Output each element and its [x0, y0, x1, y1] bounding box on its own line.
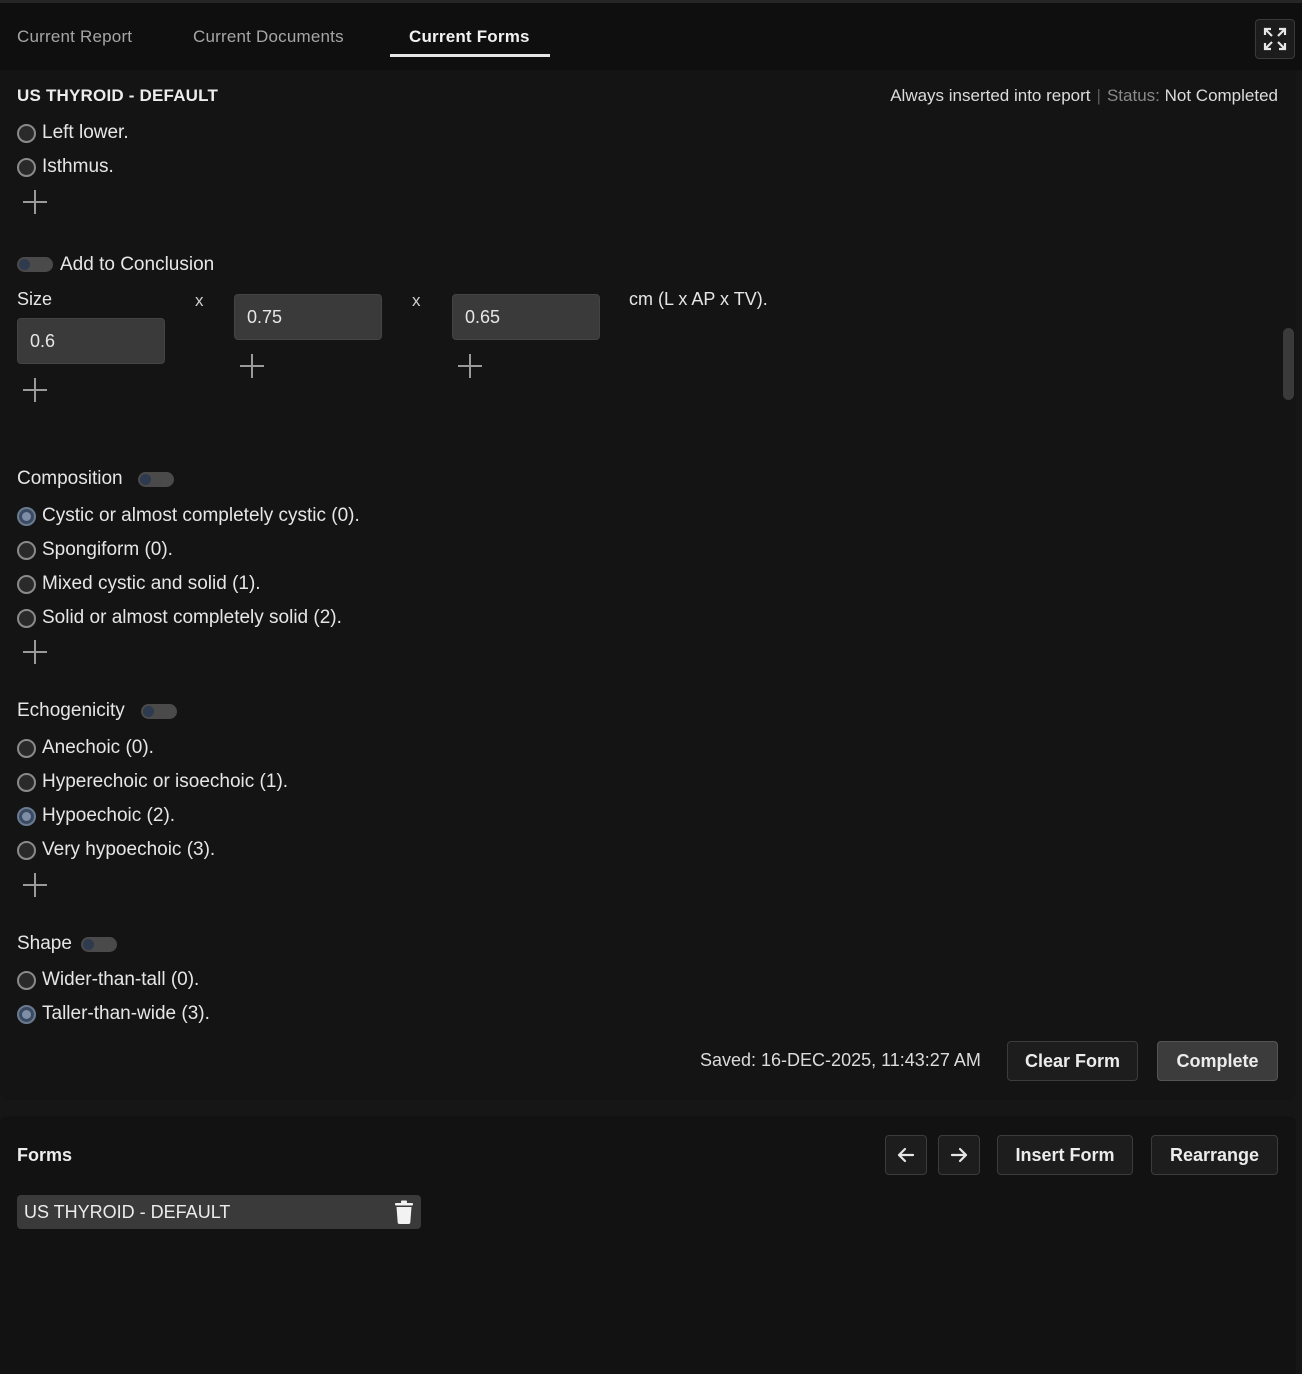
arrow-right-icon	[950, 1147, 968, 1163]
active-tab-indicator	[390, 54, 550, 57]
radio-icon[interactable]	[17, 540, 36, 560]
form-meta: Always inserted into report | Status: Not …	[890, 86, 1278, 106]
arrow-left-icon	[897, 1147, 915, 1163]
composition-option-spongiform[interactable]: Spongiform (0).	[17, 539, 173, 561]
rearrange-button[interactable]: Rearrange	[1151, 1135, 1278, 1175]
form-list-item[interactable]: US THYROID - DEFAULT	[17, 1195, 421, 1229]
option-label: Isthmus.	[42, 156, 114, 177]
size-length-input[interactable]	[17, 318, 165, 364]
insert-note: Always inserted into report	[890, 86, 1091, 105]
radio-icon[interactable]	[17, 970, 36, 990]
option-label: Anechoic (0).	[42, 737, 154, 758]
tab-current-documents[interactable]: Current Documents	[193, 27, 344, 47]
radio-icon[interactable]	[17, 608, 36, 628]
forms-panel-title: Forms	[17, 1145, 73, 1165]
saved-timestamp: Saved: 16-DEC-2025, 11:43:27 AM	[700, 1050, 981, 1070]
radio-icon[interactable]	[17, 772, 36, 792]
add-size-length-plus-icon[interactable]	[22, 377, 48, 403]
form-list-item-label: US THYROID - DEFAULT	[24, 1201, 231, 1222]
add-size-ap-plus-icon[interactable]	[239, 353, 265, 379]
echogenicity-option-anechoic[interactable]: Anechoic (0).	[17, 737, 154, 759]
tab-current-report[interactable]: Current Report	[17, 27, 132, 47]
shape-option-taller[interactable]: Taller-than-wide (3).	[17, 1003, 210, 1025]
size-ap-input[interactable]	[234, 294, 382, 340]
prev-form-button[interactable]	[885, 1135, 927, 1175]
size-unit-label: cm (L x AP x TV).	[629, 289, 768, 309]
scrollbar-track[interactable]	[1282, 122, 1296, 1022]
echogenicity-label: Echogenicity	[17, 700, 125, 721]
radio-icon[interactable]	[17, 806, 36, 826]
status-value: Not Completed	[1164, 86, 1278, 105]
expand-button[interactable]	[1255, 19, 1295, 59]
complete-button[interactable]: Complete	[1157, 1041, 1278, 1081]
echogenicity-option-hyperechoic[interactable]: Hyperechoic or isoechoic (1).	[17, 771, 288, 793]
meta-separator: |	[1096, 86, 1101, 105]
size-tv-input[interactable]	[452, 294, 600, 340]
option-label: Hyperechoic or isoechoic (1).	[42, 771, 289, 792]
shape-toggle[interactable]	[81, 937, 117, 952]
option-label: Solid or almost completely solid (2).	[42, 607, 342, 628]
form-panel: US THYROID - DEFAULT Always inserted int…	[0, 70, 1296, 1100]
composition-label: Composition	[17, 468, 123, 489]
option-isthmus[interactable]: Isthmus.	[17, 156, 114, 178]
echogenicity-toggle[interactable]	[141, 704, 177, 719]
composition-option-cystic[interactable]: Cystic or almost completely cystic (0).	[17, 505, 360, 527]
trash-icon[interactable]	[393, 1200, 415, 1224]
size-label: Size	[17, 289, 53, 309]
radio-icon[interactable]	[17, 738, 36, 758]
option-label: Spongiform (0).	[42, 539, 173, 560]
size-x-1: x	[195, 291, 204, 310]
option-label: Cystic or almost completely cystic (0).	[42, 505, 360, 526]
insert-form-button[interactable]: Insert Form	[997, 1135, 1133, 1175]
shape-option-wider[interactable]: Wider-than-tall (0).	[17, 969, 199, 991]
form-title: US THYROID - DEFAULT	[17, 86, 219, 105]
composition-toggle[interactable]	[138, 472, 174, 487]
radio-icon[interactable]	[17, 574, 36, 594]
add-location-plus-icon[interactable]	[22, 189, 48, 215]
next-form-button[interactable]	[938, 1135, 980, 1175]
radio-icon[interactable]	[17, 1004, 36, 1024]
tab-current-forms[interactable]: Current Forms	[409, 27, 530, 47]
forms-panel: Forms Insert Form Rearrange US THYROID -…	[0, 1116, 1296, 1374]
radio-icon[interactable]	[17, 506, 36, 526]
option-label: Mixed cystic and solid (1).	[42, 573, 261, 594]
size-x-2: x	[412, 291, 421, 310]
add-to-conclusion-label: Add to Conclusion	[60, 254, 215, 275]
add-to-conclusion-toggle[interactable]	[17, 257, 53, 272]
radio-icon[interactable]	[17, 123, 36, 143]
composition-option-mixed[interactable]: Mixed cystic and solid (1).	[17, 573, 261, 595]
scrollbar-thumb[interactable]	[1283, 328, 1294, 400]
echogenicity-option-very-hypoechoic[interactable]: Very hypoechoic (3).	[17, 839, 215, 861]
add-echogenicity-plus-icon[interactable]	[22, 872, 48, 898]
expand-icon	[1263, 27, 1287, 51]
option-label: Taller-than-wide (3).	[42, 1003, 210, 1024]
tab-bar: Current Report Current Documents Current…	[0, 0, 1302, 70]
option-label: Very hypoechoic (3).	[42, 839, 216, 860]
radio-icon[interactable]	[17, 840, 36, 860]
option-label: Left lower.	[42, 122, 129, 143]
composition-option-solid[interactable]: Solid or almost completely solid (2).	[17, 607, 342, 629]
status-label: Status:	[1106, 86, 1160, 105]
shape-label: Shape	[17, 933, 72, 954]
add-size-tv-plus-icon[interactable]	[457, 353, 483, 379]
option-label: Wider-than-tall (0).	[42, 969, 200, 990]
option-left-lower[interactable]: Left lower.	[17, 122, 129, 144]
echogenicity-option-hypoechoic[interactable]: Hypoechoic (2).	[17, 805, 175, 827]
radio-icon[interactable]	[17, 157, 36, 177]
option-label: Hypoechoic (2).	[42, 805, 176, 826]
clear-form-button[interactable]: Clear Form	[1007, 1041, 1138, 1081]
add-composition-plus-icon[interactable]	[22, 639, 48, 665]
